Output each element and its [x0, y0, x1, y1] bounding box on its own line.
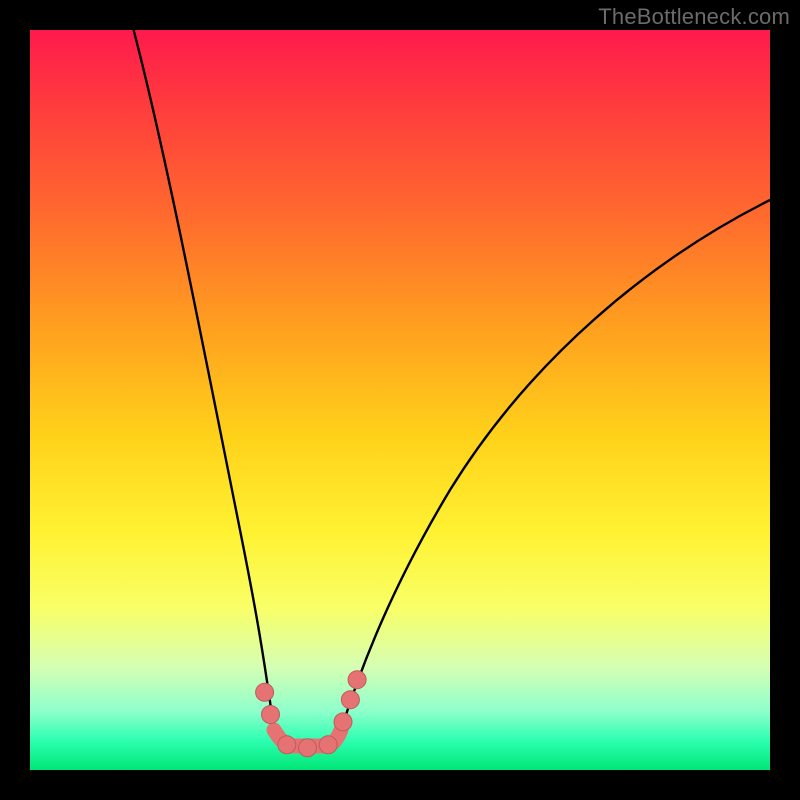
curve-marker	[348, 671, 366, 689]
plot-area	[30, 30, 770, 770]
curve-marker	[256, 683, 274, 701]
curve-marker	[319, 736, 337, 754]
curve-marker	[262, 706, 280, 724]
curve-marker	[299, 739, 317, 757]
watermark-text: TheBottleneck.com	[598, 4, 790, 30]
chart-svg	[30, 30, 770, 770]
markers-group	[256, 671, 367, 757]
curve-marker	[341, 691, 359, 709]
curve-marker	[278, 736, 296, 754]
curve-marker	[334, 713, 352, 731]
curve-left	[134, 30, 274, 730]
curve-right	[341, 200, 770, 730]
chart-frame: TheBottleneck.com	[0, 0, 800, 800]
